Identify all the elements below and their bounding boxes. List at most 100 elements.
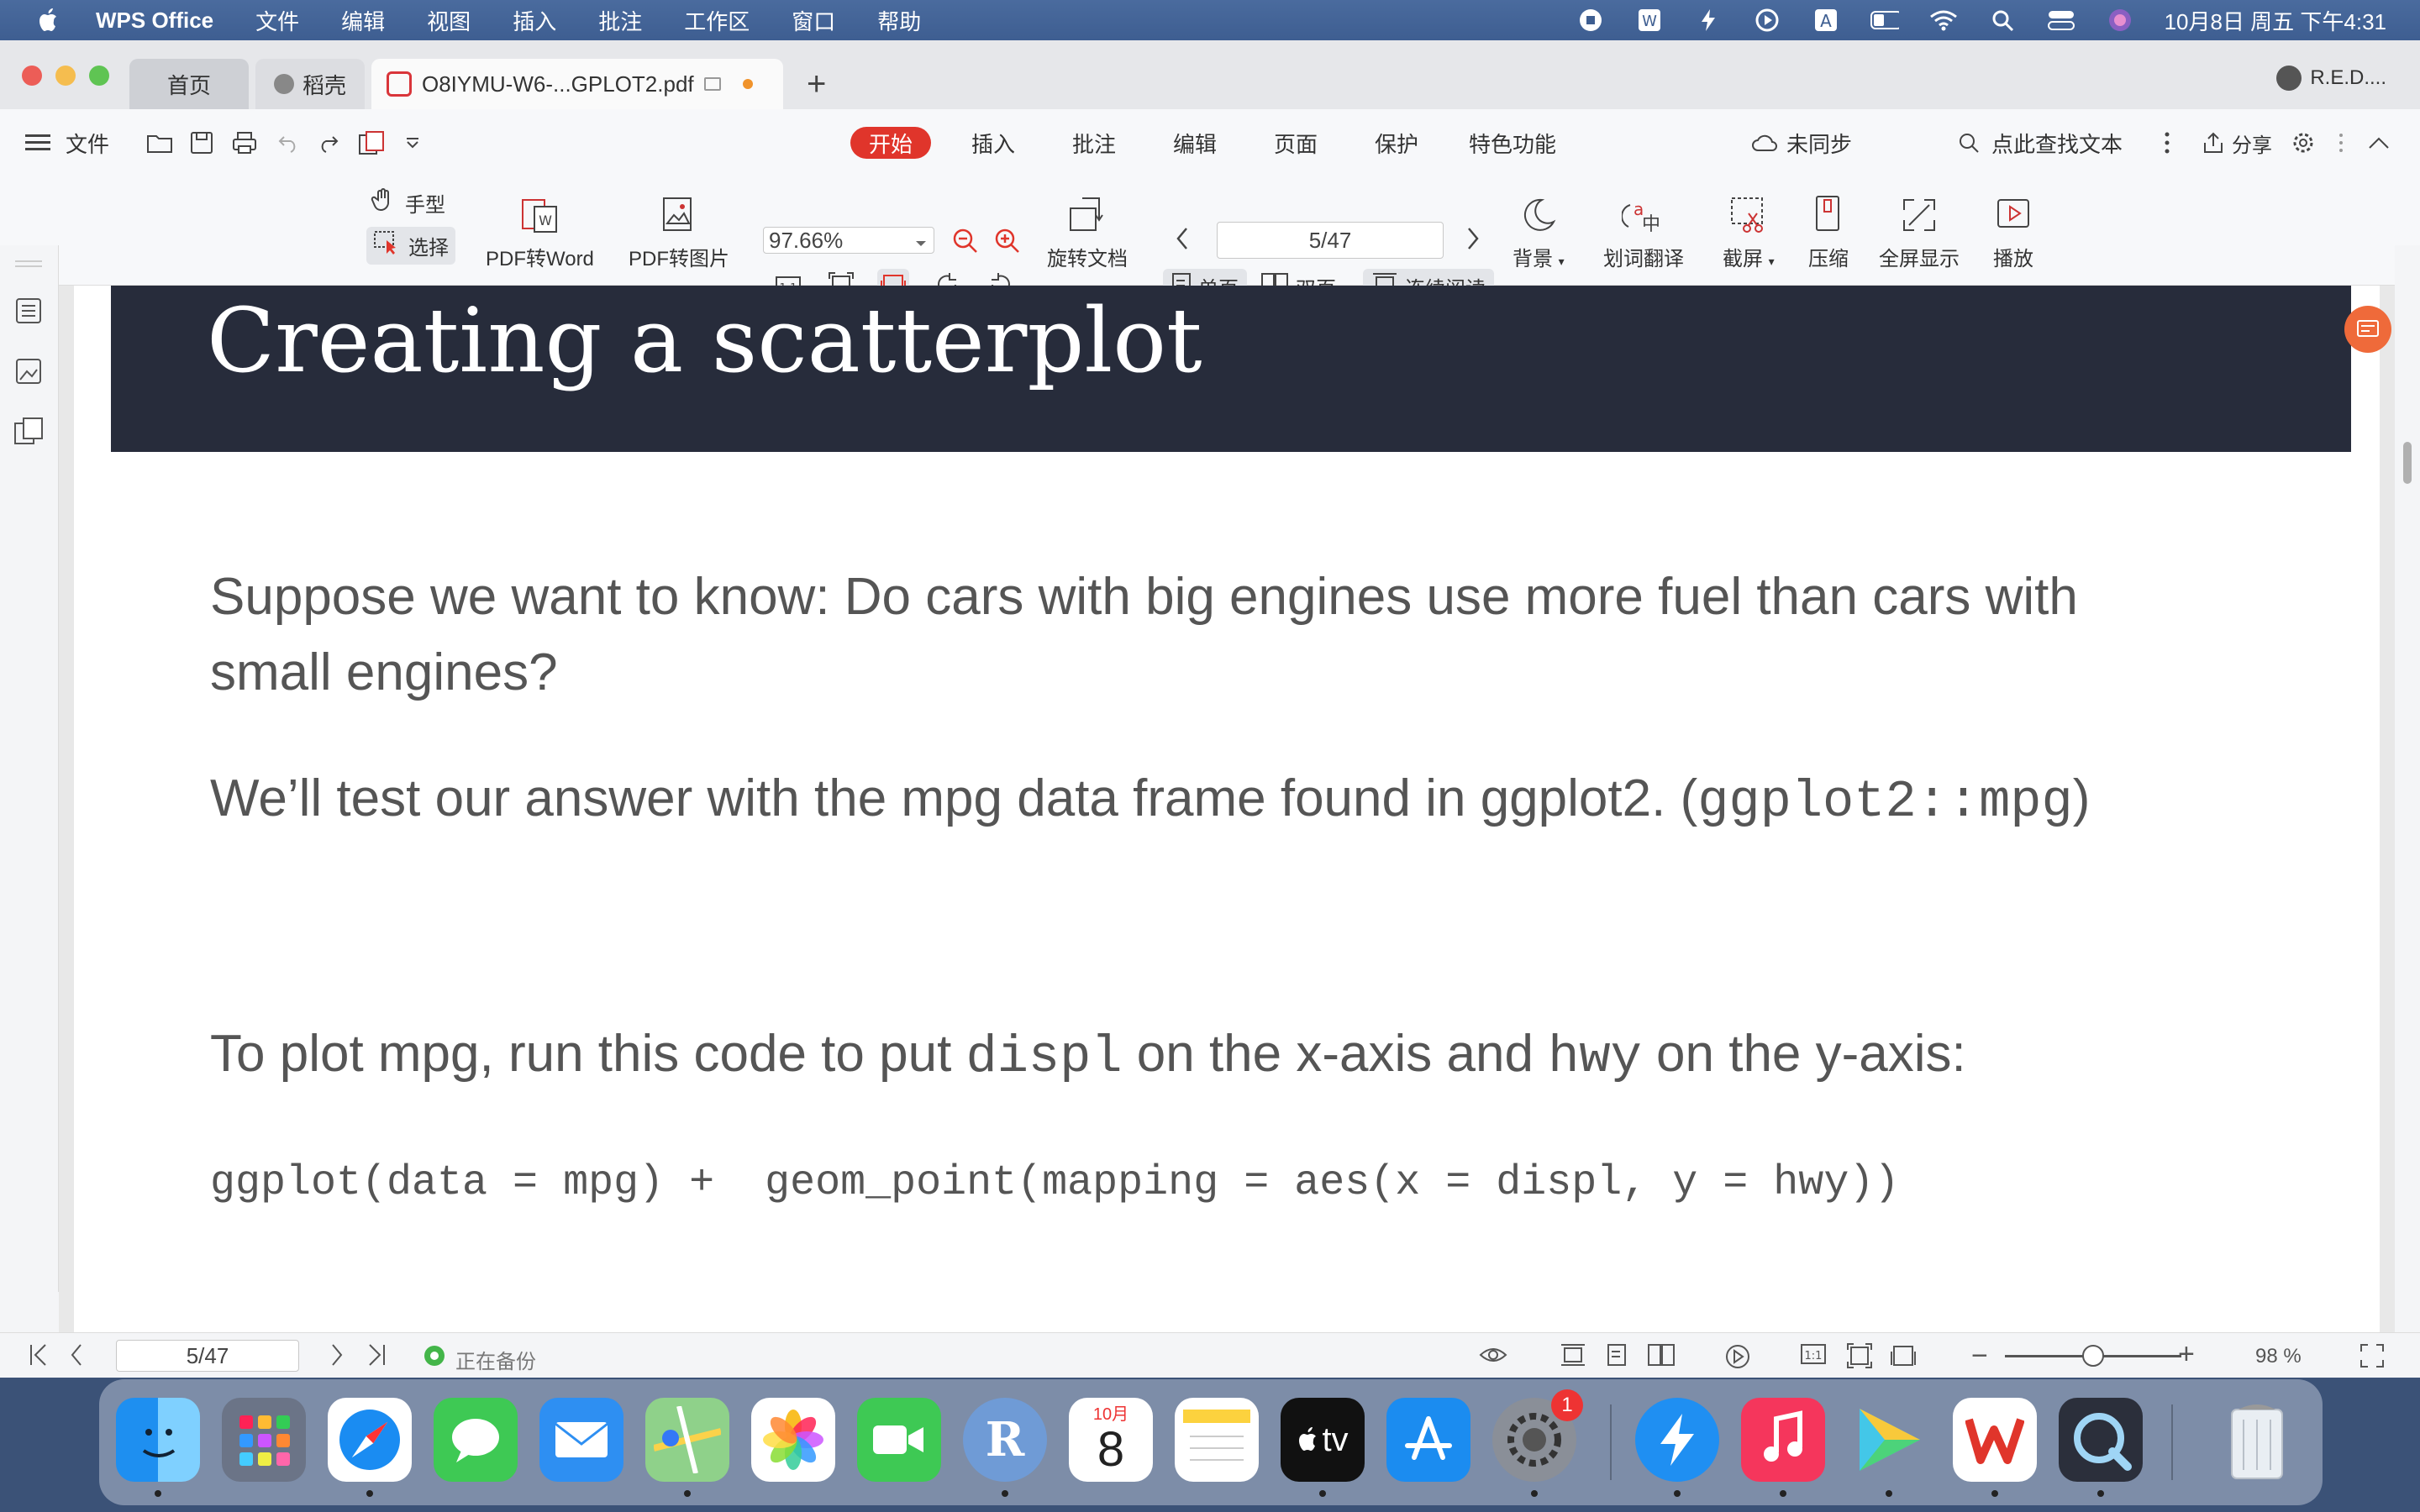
zoom-slider[interactable] [2005, 1345, 2181, 1367]
safari-icon[interactable] [328, 1398, 412, 1482]
new-tab-button[interactable]: + [807, 66, 826, 103]
control-center-icon[interactable] [2047, 8, 2075, 33]
wifi-icon[interactable] [1929, 8, 1958, 33]
finder-icon[interactable] [116, 1398, 200, 1482]
menu-window[interactable]: 窗口 [792, 5, 835, 36]
apple-tv-icon[interactable]: tv [1281, 1398, 1365, 1482]
undo-icon[interactable] [277, 109, 299, 176]
app-store-icon[interactable] [1386, 1398, 1470, 1482]
find-text-button[interactable]: 点此查找文本 [1991, 109, 2123, 176]
status-actual-size-icon[interactable]: 1:1 [1800, 1343, 1827, 1371]
unsynced-cloud-icon[interactable] [1751, 109, 1778, 176]
more-options-icon[interactable] [2338, 109, 2344, 176]
launchpad-icon[interactable] [222, 1398, 306, 1482]
menu-edit[interactable]: 编辑 [341, 5, 385, 36]
siri-icon[interactable] [2106, 8, 2134, 33]
menu-help[interactable]: 帮助 [877, 5, 921, 36]
close-window-button[interactable] [22, 66, 42, 86]
zoom-minus-button[interactable]: − [1971, 1340, 1988, 1373]
pdf-to-word-button[interactable]: W PDF转Word [486, 193, 594, 271]
floating-comment-button[interactable] [2344, 306, 2391, 353]
zoom-plus-button[interactable]: + [2178, 1338, 2195, 1371]
export-pdf-icon[interactable] [358, 109, 387, 176]
first-page-icon[interactable] [29, 1343, 49, 1373]
zoom-in-icon[interactable] [993, 227, 1022, 255]
apple-icon[interactable] [35, 7, 62, 34]
zoom-level-select[interactable]: 97.66% [763, 227, 934, 254]
save-icon[interactable] [190, 109, 213, 176]
ribbon-tab-page[interactable]: 页面 [1274, 109, 1318, 176]
word-translate-button[interactable]: a中 划词翻译 [1603, 193, 1684, 271]
previous-page-icon[interactable] [1175, 227, 1190, 250]
page-number-input[interactable]: 5/47 [1217, 222, 1444, 259]
tab-daoke[interactable]: 稻壳 [255, 59, 365, 109]
menu-annotate[interactable]: 批注 [598, 5, 642, 36]
ribbon-tab-edit[interactable]: 编辑 [1173, 109, 1217, 176]
ribbon-tab-insert[interactable]: 插入 [971, 109, 1015, 176]
fullscreen-button[interactable]: 全屏显示 [1879, 193, 1960, 271]
trash-icon[interactable] [2215, 1398, 2299, 1482]
status-fullscreen-icon[interactable] [2360, 1343, 2385, 1374]
play-button[interactable]: 播放 [1991, 193, 2035, 271]
menu-view[interactable]: 视图 [427, 5, 471, 36]
infuse-player-icon[interactable] [1847, 1398, 1931, 1482]
last-page-icon[interactable] [366, 1343, 387, 1373]
menu-file[interactable]: 文件 [255, 5, 299, 36]
document-viewport[interactable]: Creating a scatterplot Suppose we want t… [59, 286, 2395, 1332]
redo-icon[interactable] [318, 109, 339, 176]
quicktime-icon[interactable] [2059, 1398, 2143, 1482]
outline-list-icon[interactable] [13, 296, 44, 326]
zoom-window-button[interactable] [89, 66, 109, 86]
status-continuous-icon[interactable] [1560, 1343, 1586, 1373]
settings-gear-icon[interactable] [2291, 109, 2316, 176]
open-folder-icon[interactable] [146, 109, 173, 176]
menu-insert[interactable]: 插入 [513, 5, 556, 36]
tab-pdf-document[interactable]: O8IYMU-W6-...GPLOT2.pdf [371, 59, 783, 109]
hand-tool-button[interactable]: 手型 [370, 186, 445, 219]
share-icon[interactable] [2202, 109, 2225, 176]
input-method-icon[interactable]: A [1812, 8, 1840, 33]
ribbon-tab-protect[interactable]: 保护 [1375, 109, 1418, 176]
maps-icon[interactable] [645, 1398, 729, 1482]
ribbon-tab-annotate[interactable]: 批注 [1072, 109, 1116, 176]
vertical-scrollbar[interactable] [2395, 245, 2420, 1292]
status-double-page-icon[interactable] [1647, 1343, 1676, 1373]
spotlight-search-icon[interactable] [1988, 8, 2017, 33]
play-circle-icon[interactable] [1753, 8, 1781, 33]
annotations-panel-icon[interactable] [13, 417, 44, 447]
ribbon-tab-start[interactable]: 开始 [850, 127, 932, 159]
next-page-icon[interactable] [1465, 227, 1481, 250]
photos-icon[interactable] [751, 1398, 835, 1482]
status-zoom-value[interactable]: 98 % [2255, 1345, 2302, 1368]
facetime-icon[interactable] [857, 1398, 941, 1482]
status-previous-page-icon[interactable] [69, 1343, 84, 1373]
menubar-datetime[interactable]: 10月8日 周五 下午4:31 [2165, 5, 2386, 36]
scrollbar-thumb[interactable] [2403, 442, 2412, 484]
wps-status-icon[interactable]: W [1635, 8, 1664, 33]
tab-home[interactable]: 首页 [129, 59, 249, 109]
music-icon[interactable] [1741, 1398, 1825, 1482]
ribbon-tab-special[interactable]: 特色功能 [1469, 109, 1556, 176]
zoom-out-icon[interactable] [951, 227, 980, 255]
background-button[interactable]: 背景 ▾ [1512, 193, 1565, 271]
rotate-document-button[interactable]: 旋转文档 [1047, 193, 1128, 271]
menu-workspace[interactable]: 工作区 [684, 5, 750, 36]
zoom-slider-handle[interactable] [2082, 1345, 2104, 1367]
thumbnail-image-icon[interactable] [13, 356, 44, 386]
notes-icon[interactable] [1175, 1398, 1259, 1482]
minimize-window-button[interactable] [55, 66, 76, 86]
screenshot-button[interactable]: 截屏 ▾ [1723, 193, 1775, 271]
pdf-to-image-button[interactable]: PDF转图片 [629, 193, 729, 271]
status-play-icon[interactable] [1724, 1343, 1751, 1376]
mail-icon[interactable] [539, 1398, 623, 1482]
search-icon[interactable] [1958, 109, 1980, 176]
status-fit-width-icon[interactable] [1891, 1343, 1916, 1374]
bolt-icon[interactable] [1694, 8, 1723, 33]
messages-icon[interactable] [434, 1398, 518, 1482]
battery-icon[interactable] [1870, 8, 1899, 33]
more-vertical-icon[interactable] [2163, 109, 2171, 176]
status-page-input[interactable]: 5/47 [116, 1340, 299, 1372]
wps-office-icon[interactable] [1953, 1398, 2037, 1482]
quick-access-dropdown-icon[interactable] [405, 109, 420, 176]
menu-app-name[interactable]: WPS Office [96, 8, 213, 34]
